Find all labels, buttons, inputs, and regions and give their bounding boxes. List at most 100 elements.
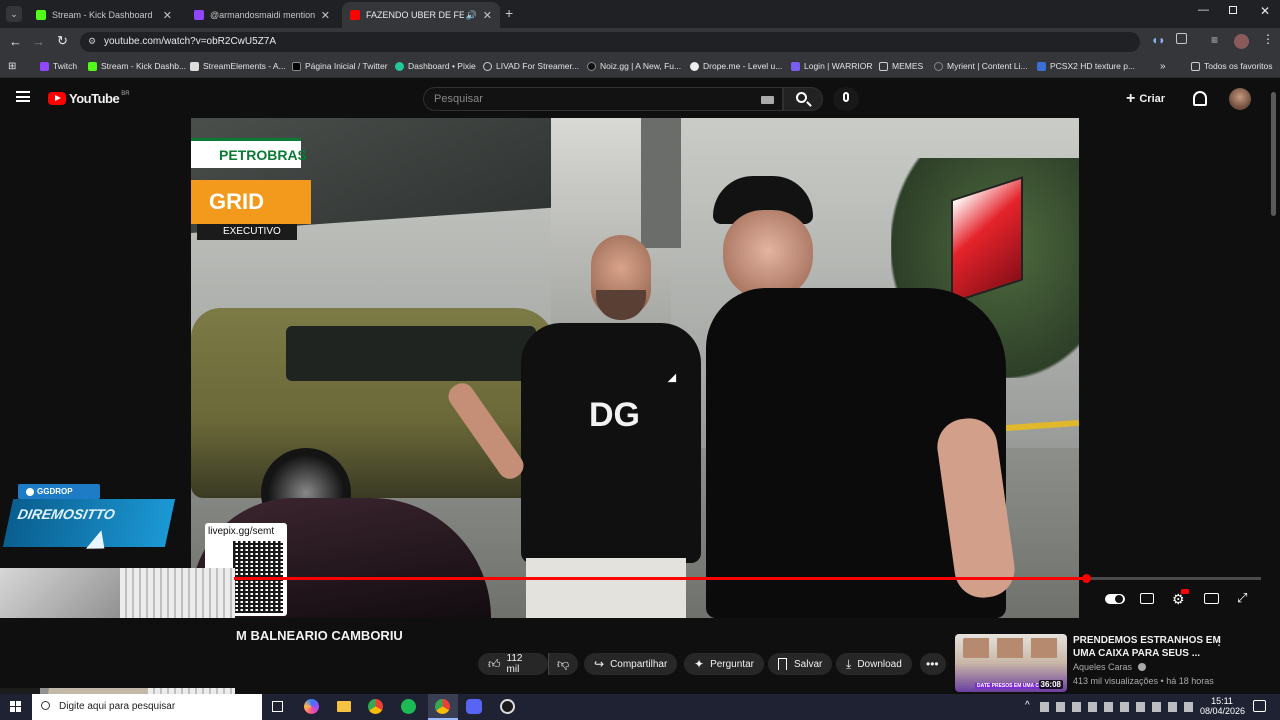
noiz-icon: [587, 61, 596, 71]
back-arrow-icon[interactable]: ←: [9, 34, 22, 49]
livepix-url: livepix.gg/semt: [208, 526, 275, 537]
apps-grid-icon[interactable]: ⊞: [8, 61, 16, 72]
windows-start-icon[interactable]: [10, 701, 21, 712]
pcsx2-icon: [1037, 61, 1046, 71]
bookmark-pcsx2[interactable]: PCSX2 HD texture p...: [1037, 61, 1135, 71]
obs-icon[interactable]: [500, 699, 515, 714]
autoplay-toggle[interactable]: [1105, 594, 1125, 604]
forward-arrow-icon[interactable]: →: [32, 34, 45, 49]
bookmark-label: PCSX2 HD texture p...: [1050, 61, 1136, 71]
create-button[interactable]: + Criar: [1126, 89, 1165, 109]
restore-button[interactable]: [1229, 6, 1237, 14]
tab-search-button[interactable]: ⌄: [6, 6, 22, 22]
extension-icon[interactable]: ◖◗: [1151, 33, 1166, 47]
folder-icon: [879, 61, 888, 71]
chrome-icon[interactable]: [368, 699, 383, 714]
progress-scrubber[interactable]: [1082, 574, 1092, 583]
bookmark-twitch[interactable]: Twitch: [40, 61, 77, 71]
miniplayer-icon[interactable]: [1204, 593, 1219, 604]
new-tab-button[interactable]: +: [505, 5, 513, 21]
bookmark-label: StreamElements - A...: [203, 61, 286, 71]
progress-bar-track[interactable]: [234, 574, 1261, 583]
close-tab-icon[interactable]: ✕: [163, 9, 172, 22]
settings-gear-icon[interactable]: ⚙: [1172, 589, 1189, 608]
bookmark-folder-memes[interactable]: MEMES: [879, 61, 923, 71]
close-tab-icon[interactable]: ✕: [483, 9, 492, 22]
close-tab-icon[interactable]: ✕: [321, 9, 330, 22]
ask-button[interactable]: ✦ Perguntar: [684, 653, 764, 675]
system-tray-icons[interactable]: [1040, 702, 1195, 712]
search-placeholder: Pesquisar: [434, 93, 483, 105]
taskbar-search-box[interactable]: Digite aqui para pesquisar: [32, 694, 262, 720]
reading-list-icon[interactable]: ≡: [1211, 33, 1218, 47]
chrome-active-icon[interactable]: [428, 694, 458, 720]
discord-icon[interactable]: [466, 699, 482, 714]
warrior-icon: [791, 61, 800, 71]
keyboard-icon[interactable]: [761, 96, 774, 104]
recommended-video-card[interactable]: DATE PRESOS EM UMA CAIXA 36:08 PRENDEMOS…: [955, 634, 1265, 692]
bookmark-noiz[interactable]: Noiz.gg | A New, Fu...: [587, 61, 681, 71]
file-explorer-icon[interactable]: [337, 701, 351, 712]
bookmarks-bar: ⊞ Twitch Stream - Kick Dashb... StreamEl…: [0, 56, 1280, 78]
spotify-icon[interactable]: [401, 699, 416, 714]
youtube-logo[interactable]: YouTube BR: [48, 91, 130, 106]
download-button[interactable]: ⤓ Download: [836, 653, 912, 675]
search-button[interactable]: [783, 87, 823, 111]
page-scrollbar[interactable]: [1271, 92, 1276, 216]
account-avatar[interactable]: [1229, 88, 1251, 110]
reload-icon[interactable]: ↻: [57, 33, 68, 49]
copilot-icon[interactable]: [304, 699, 319, 714]
notifications-icon[interactable]: [1253, 700, 1266, 712]
browser-tab-twitch[interactable]: @armandosmaidi mentione ✕: [186, 2, 338, 28]
taskbar-clock[interactable]: 15:11 08/04/2026: [1200, 696, 1245, 716]
recommended-title[interactable]: PRENDEMOS ESTRANHOS EM UMA CAIXA PARA SE…: [1073, 634, 1223, 660]
more-actions-button[interactable]: •••: [920, 653, 946, 675]
bookmark-warrior[interactable]: Login | WARRIOR: [791, 61, 873, 71]
profile-avatar[interactable]: [1234, 34, 1249, 49]
speaker-icon[interactable]: 🔊: [466, 10, 477, 21]
plus-icon: +: [1126, 90, 1136, 107]
browser-tab-youtube[interactable]: FAZENDO UBER DE FERRAR 🔊 ✕: [342, 2, 500, 28]
search-input[interactable]: Pesquisar: [423, 87, 783, 111]
extensions-puzzle-icon[interactable]: [1176, 33, 1187, 44]
hamburger-menu-icon[interactable]: [16, 91, 30, 102]
man-black-shirt: [521, 323, 701, 563]
bookmark-kick[interactable]: Stream - Kick Dashb...: [88, 61, 186, 71]
voice-search-button[interactable]: [833, 87, 859, 111]
bookmark-icon: [778, 658, 787, 670]
tray-chevron-icon[interactable]: ^: [1025, 700, 1030, 711]
kick-icon: [36, 10, 46, 20]
all-bookmarks-folder[interactable]: Todos os favoritos: [1191, 61, 1273, 71]
close-window-button[interactable]: ✕: [1260, 4, 1270, 18]
bookmark-drope[interactable]: Drope.me - Level u...: [690, 61, 782, 71]
task-view-icon[interactable]: [272, 701, 283, 712]
recommended-more-icon[interactable]: ⋮: [1213, 634, 1225, 648]
share-button[interactable]: ↪ Compartilhar: [584, 653, 678, 675]
bookmark-streamelements[interactable]: StreamElements - A...: [190, 61, 286, 71]
jeep-window: [286, 326, 536, 381]
dislike-button[interactable]: 👎︎: [548, 653, 578, 675]
bookmark-myrient[interactable]: Myrient | Content Li...: [934, 61, 1028, 71]
bookmark-label: Todos os favoritos: [1204, 61, 1273, 71]
browser-tab-kick[interactable]: Stream - Kick Dashboard ✕: [28, 2, 180, 28]
minimize-button[interactable]: —: [1198, 4, 1209, 16]
fullscreen-icon[interactable]: ⤢: [1237, 590, 1247, 606]
ggdrop-banner-text: DIREMOSITTO: [16, 506, 117, 522]
bookmark-livad[interactable]: LIVAD For Streamer...: [483, 61, 579, 71]
recommended-channel[interactable]: Aqueles Caras: [1073, 662, 1146, 672]
petrobras-sign: PETROBRAS: [191, 138, 307, 168]
streamelements-icon: [190, 61, 199, 71]
save-button[interactable]: Salvar: [768, 653, 833, 675]
video-player[interactable]: PETROBRAS GRID EXECUTIVO DG: [191, 118, 1079, 618]
bookmark-pixie[interactable]: Dashboard • Pixie: [395, 61, 476, 71]
subtitles-icon[interactable]: [1140, 593, 1154, 604]
like-button[interactable]: 👍︎ 112 mil: [478, 653, 548, 675]
bookmark-twitter[interactable]: Página Inicial / Twitter: [292, 61, 388, 71]
ggdrop-label: GGDROP: [37, 487, 73, 496]
site-info-icon[interactable]: ⚙: [88, 36, 96, 47]
chrome-menu-icon[interactable]: ⋮: [1262, 32, 1274, 46]
recommended-thumbnail[interactable]: DATE PRESOS EM UMA CAIXA 36:08: [955, 634, 1067, 692]
more-bookmarks-chevron-icon[interactable]: »: [1160, 61, 1166, 72]
notifications-bell-icon[interactable]: [1193, 91, 1207, 106]
address-bar[interactable]: ⚙ youtube.com/watch?v=obR2CwU5Z7A: [80, 32, 1140, 52]
